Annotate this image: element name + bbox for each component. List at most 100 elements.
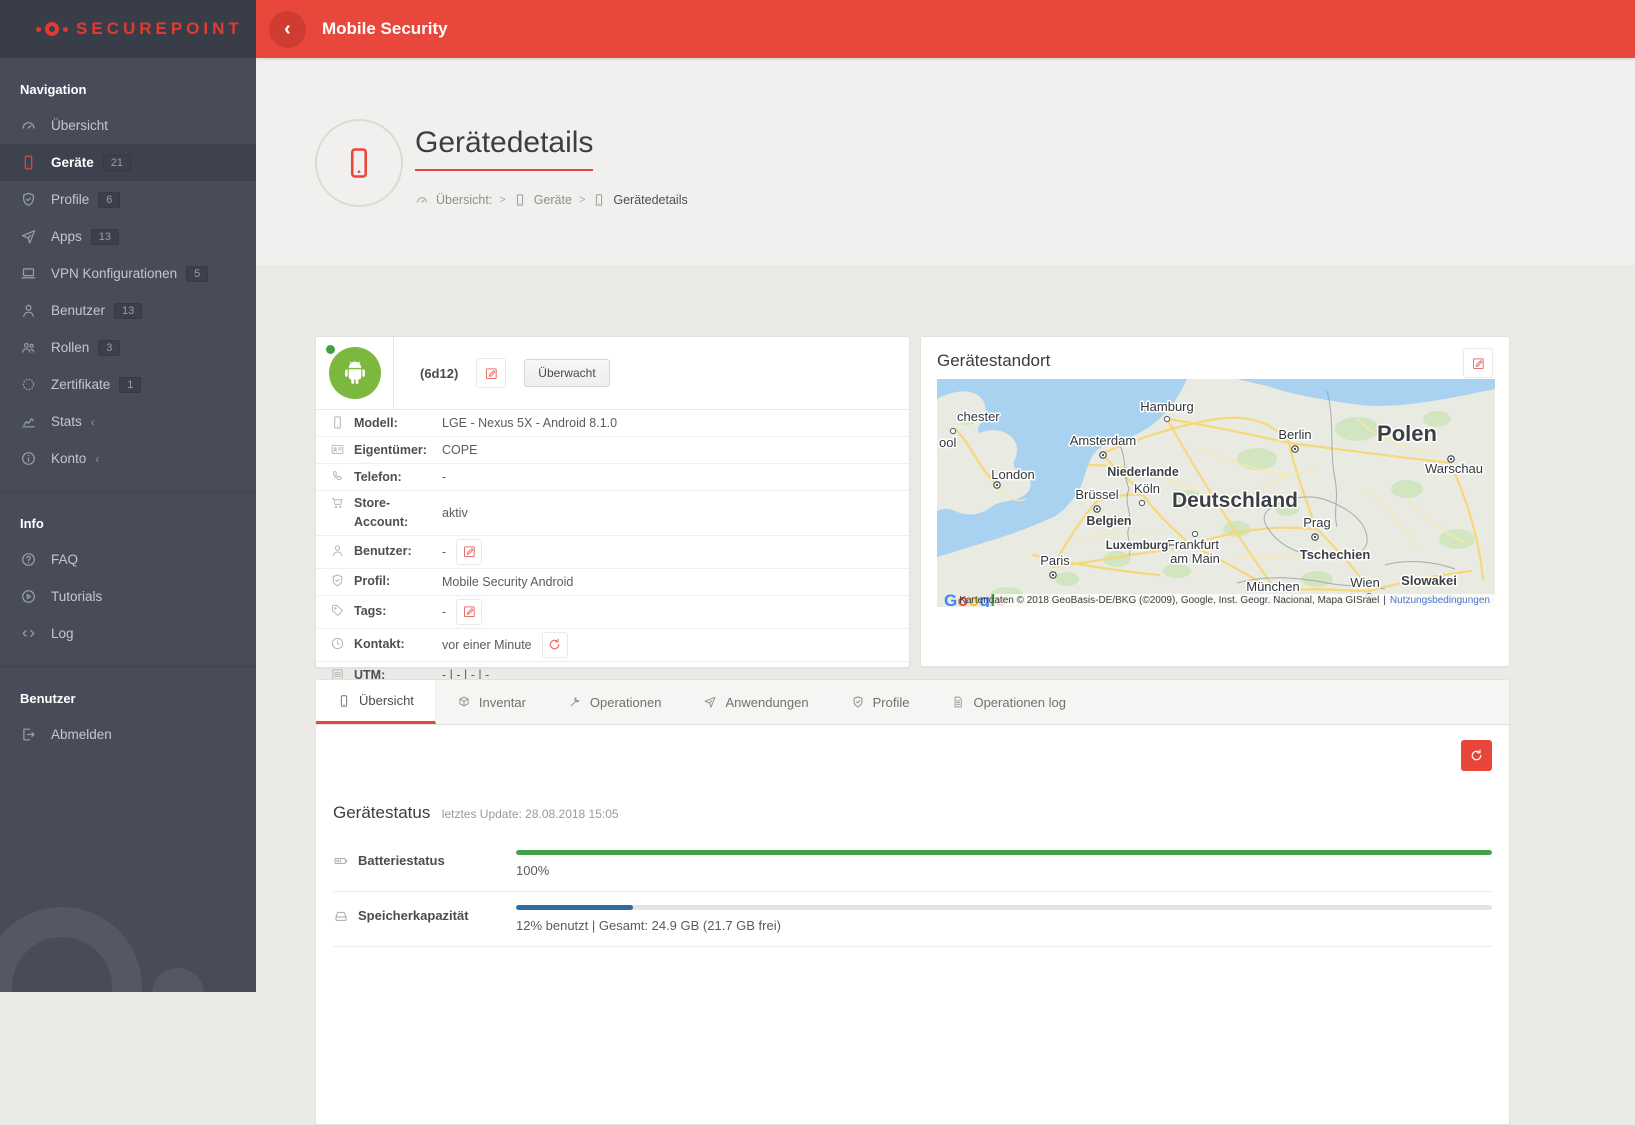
tab-content-card: Gerätestatus letztes Update: 28.08.2018 …: [315, 725, 1510, 1125]
refresh-kontakt-button[interactable]: [542, 632, 568, 658]
brand-name: SECUREPOINT: [76, 19, 243, 39]
row-label: Store-Account:: [354, 494, 442, 532]
code-icon: [20, 625, 37, 642]
map-country-label: Niederlande: [1107, 465, 1179, 479]
count-badge: 13: [114, 303, 142, 319]
tab-label: Anwendungen: [725, 695, 808, 710]
back-button[interactable]: ‹: [269, 11, 306, 48]
refresh-status-button[interactable]: [1461, 740, 1492, 771]
sidebar-item-vpn-konfigurationen[interactable]: VPN Konfigurationen 5: [0, 255, 256, 292]
last-update-text: letztes Update: 28.08.2018 15:05: [442, 807, 619, 821]
laptop-icon: [20, 265, 37, 282]
map-country-label: Slowakei: [1401, 573, 1457, 588]
tab-label: Inventar: [479, 695, 526, 710]
sidebar-item-tutorials[interactable]: Tutorials: [0, 578, 256, 615]
sidebar-item-stats[interactable]: Stats ‹: [0, 403, 256, 440]
row-label: Profil:: [354, 572, 390, 591]
terms-link[interactable]: Nutzungsbedingungen: [1390, 595, 1490, 606]
sidebar-item-label: Log: [51, 626, 74, 641]
brand-logo[interactable]: SECUREPOINT: [0, 0, 256, 58]
map-city-label: chester: [957, 409, 1000, 424]
sidebar-item-label: Rollen: [51, 340, 89, 355]
sidebar-item-label: Tutorials: [51, 589, 102, 604]
battery-detail-text: 100%: [516, 863, 1492, 878]
sidebar-item-label: Geräte: [51, 155, 94, 170]
sidebar-item-label: Konto: [51, 451, 86, 466]
map-country-label: Luxemburg: [1106, 540, 1169, 552]
shield-icon: [330, 573, 345, 588]
gauge-icon: [415, 193, 429, 207]
status-row-label: Batteriestatus: [358, 853, 445, 868]
map-city-label: am Main: [1170, 551, 1220, 566]
edit-device-name-button[interactable]: [476, 358, 506, 388]
edit-location-button[interactable]: [1463, 348, 1493, 378]
count-badge: 3: [98, 340, 120, 356]
count-badge: 1: [119, 377, 141, 393]
sidebar-item-label: Übersicht: [51, 118, 108, 133]
map-city-label: Brüssel: [1075, 487, 1118, 502]
page-header: Gerätedetails Übersicht: > Geräte > Gerä…: [256, 58, 1635, 265]
clock-icon: [330, 636, 345, 651]
breadcrumb-devices[interactable]: Geräte: [534, 193, 572, 207]
row-value: vor einer Minute: [442, 638, 532, 652]
phone-icon: [20, 154, 37, 171]
map-country-label: Polen: [1377, 421, 1437, 446]
logout-icon: [20, 726, 37, 743]
edit-tags-button[interactable]: [456, 599, 482, 625]
sidebar-item-geraete[interactable]: Geräte 21: [0, 144, 256, 181]
map-title: Gerätestandort: [937, 351, 1493, 371]
device-id: (6d12): [420, 366, 458, 381]
drive-icon: [333, 908, 349, 924]
tab-label: Profile: [873, 695, 910, 710]
storage-progress-fill: [516, 905, 633, 910]
section-title-benutzer: Benutzer: [0, 681, 256, 716]
monitored-badge[interactable]: Überwacht: [524, 359, 609, 387]
storage-progress-track: [516, 905, 1492, 910]
page-title: Gerätedetails: [415, 126, 593, 171]
battery-progress-fill: [516, 850, 1492, 855]
sidebar-item-profile[interactable]: Profile 6: [0, 181, 256, 218]
map-city-label: ool: [939, 435, 956, 450]
device-row-store-account: Store-Account: aktiv: [316, 491, 909, 536]
sidebar-item-faq[interactable]: FAQ: [0, 541, 256, 578]
sidebar-item-konto[interactable]: Konto ‹: [0, 440, 256, 477]
tab-inventar[interactable]: Inventar: [436, 680, 547, 724]
securepoint-watermark-dot: [152, 968, 204, 992]
tab-uebersicht[interactable]: Übersicht: [316, 680, 436, 724]
row-value: COPE: [442, 443, 477, 457]
sidebar-item-apps[interactable]: Apps 13: [0, 218, 256, 255]
row-label: Kontakt:: [354, 635, 405, 654]
tab-operationen-log[interactable]: Operationen log: [930, 680, 1087, 724]
sidebar-item-uebersicht[interactable]: Übersicht: [0, 107, 256, 144]
device-info-card: (6d12) Überwacht Modell: LGE - Nexus 5X …: [315, 336, 910, 668]
status-table: Batteriestatus 100% Speicherkapazität: [333, 837, 1492, 947]
gauge-icon: [20, 117, 37, 134]
device-status-title: Gerätestatus: [333, 803, 430, 822]
map-city-label: Amsterdam: [1070, 433, 1136, 448]
storage-detail-text: 12% benutzt | Gesamt: 24.9 GB (21.7 GB f…: [516, 918, 1492, 933]
sidebar-item-zertifikate[interactable]: Zertifikate 1: [0, 366, 256, 403]
chevron-left-icon: ‹: [91, 415, 95, 429]
id-card-icon: [330, 442, 345, 457]
tab-operationen[interactable]: Operationen: [547, 680, 683, 724]
handset-icon: [330, 469, 345, 484]
map-country-label: Tschechien: [1300, 547, 1371, 562]
sidebar-item-label: Benutzer: [51, 303, 105, 318]
map-city-label: Frankfurt: [1167, 537, 1219, 552]
breadcrumb-home[interactable]: Übersicht:: [436, 193, 492, 207]
device-row-profil: Profil: Mobile Security Android: [316, 569, 909, 596]
device-avatar-cell: [316, 337, 394, 409]
map-city-label: Paris: [1040, 553, 1070, 568]
sidebar: SECUREPOINT Navigation Übersicht Geräte …: [0, 0, 256, 992]
sidebar-item-label: Profile: [51, 192, 89, 207]
sidebar-item-benutzer[interactable]: Benutzer 13: [0, 292, 256, 329]
tab-anwendungen[interactable]: Anwendungen: [682, 680, 829, 724]
google-map[interactable]: chester ool London Hamburg Amsterdam Brü…: [937, 379, 1495, 607]
sidebar-item-abmelden[interactable]: Abmelden: [0, 716, 256, 753]
sidebar-item-log[interactable]: Log: [0, 615, 256, 652]
sidebar-item-rollen[interactable]: Rollen 3: [0, 329, 256, 366]
edit-benutzer-button[interactable]: [456, 539, 482, 565]
tab-label: Übersicht: [359, 693, 414, 708]
tab-profile[interactable]: Profile: [830, 680, 931, 724]
section-title-info: Info: [0, 506, 256, 541]
